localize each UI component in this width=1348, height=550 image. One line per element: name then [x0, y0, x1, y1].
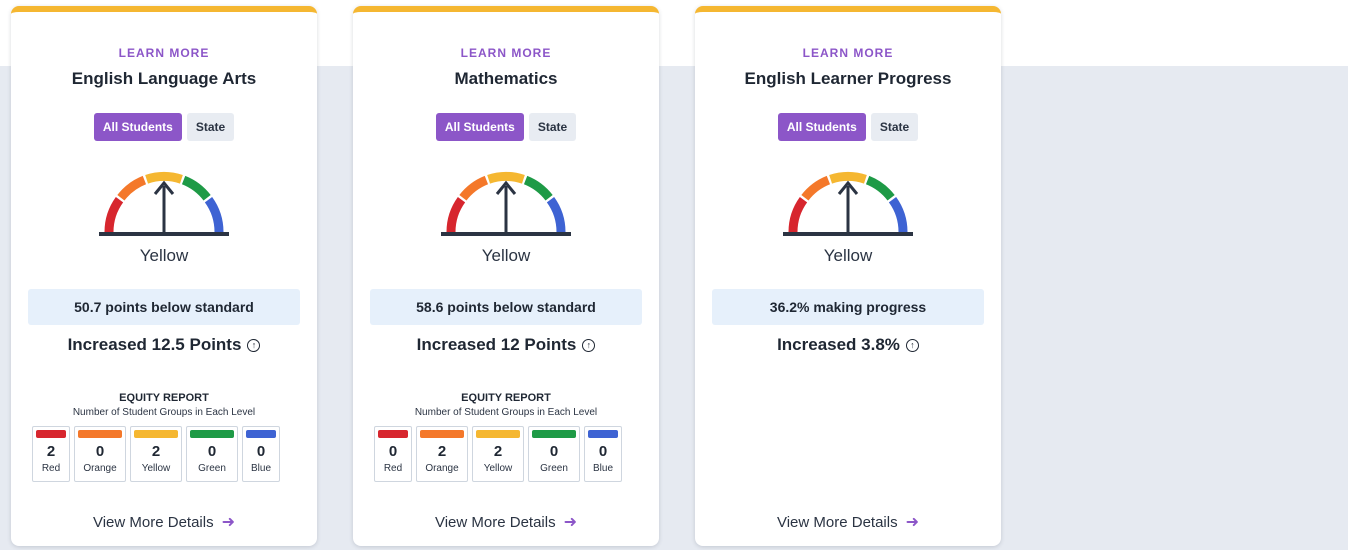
equity-level-name: Yellow — [141, 463, 171, 474]
state-button[interactable]: State — [186, 113, 235, 141]
red-bar — [36, 430, 66, 438]
equity-level-yellow: 2 Yellow — [472, 426, 524, 482]
equity-count: 0 — [549, 443, 559, 460]
view-more-details-link[interactable]: View More Details ➜ — [353, 512, 659, 532]
card-title: English Learner Progress — [744, 69, 952, 88]
equity-count: 0 — [388, 443, 398, 460]
equity-level-yellow: 2 Yellow — [130, 426, 182, 482]
change-text: Increased 12.5 Points — [67, 335, 242, 354]
equity-level-name: Green — [540, 463, 568, 474]
equity-report-title: EQUITY REPORT — [119, 392, 209, 404]
change-indicator: Increased 12 Points ↑ — [353, 335, 659, 355]
performance-gauge-icon — [783, 171, 913, 236]
equity-count: 0 — [598, 443, 608, 460]
card-title: Mathematics — [454, 69, 558, 88]
equity-report-subtitle: Number of Student Groups in Each Level — [414, 407, 598, 418]
equity-report-subtitle: Number of Student Groups in Each Level — [72, 407, 256, 418]
equity-count: 0 — [95, 443, 105, 460]
card-title: English Language Arts — [71, 69, 257, 88]
equity-level-blue: 0 Blue — [242, 426, 280, 482]
up-circle-icon: ↑ — [905, 338, 919, 352]
equity-level-name: Orange — [425, 463, 459, 474]
up-circle-icon: ↑ — [247, 338, 261, 352]
all-students-button[interactable]: All Students — [777, 113, 866, 141]
change-text: Increased 3.8% — [777, 335, 900, 354]
all-students-button[interactable]: All Students — [435, 113, 524, 141]
equity-level-green: 0 Green — [528, 426, 580, 482]
equity-level-name: Red — [383, 463, 403, 474]
equity-count: 0 — [207, 443, 217, 460]
view-more-details-label: View More Details — [434, 513, 556, 531]
equity-level-name: Blue — [592, 463, 613, 474]
equity-levels: 2 Red 0 Orange 2 Yellow 0 Green 0 Blue — [32, 426, 280, 482]
view-more-details-link[interactable]: View More Details ➜ — [11, 512, 317, 532]
performance-level: Yellow — [139, 246, 189, 265]
equity-levels: 0 Red 2 Orange 2 Yellow 0 Green 0 Blue — [374, 426, 622, 482]
change-indicator: Increased 12.5 Points ↑ — [11, 335, 317, 355]
equity-level-orange: 0 Orange — [74, 426, 126, 482]
orange-bar — [78, 430, 122, 438]
equity-level-name: Blue — [250, 463, 271, 474]
green-bar — [532, 430, 576, 438]
performance-gauge-icon — [99, 171, 229, 236]
view-more-details-label: View More Details — [776, 513, 898, 531]
all-students-button[interactable]: All Students — [93, 113, 182, 141]
learn-more-link[interactable]: LEARN MORE — [695, 46, 1001, 60]
learn-more-link[interactable]: LEARN MORE — [11, 46, 317, 60]
arrow-right-icon: ➜ — [221, 514, 235, 531]
student-toggle-group: All Students State — [695, 113, 1001, 141]
change-text: Increased 12 Points — [416, 335, 577, 354]
performance-level: Yellow — [823, 246, 873, 265]
card-english-language-arts: LEARN MORE English Language Arts All Stu… — [11, 6, 317, 546]
card-mathematics: LEARN MORE Mathematics All Students Stat… — [353, 6, 659, 546]
equity-level-name: Red — [41, 463, 61, 474]
arrow-right-icon: ➜ — [563, 514, 577, 531]
student-toggle-group: All Students State — [11, 113, 317, 141]
green-bar — [190, 430, 234, 438]
equity-level-blue: 0 Blue — [584, 426, 622, 482]
equity-count: 2 — [46, 443, 56, 460]
view-more-details-label: View More Details — [92, 513, 214, 531]
equity-count: 2 — [151, 443, 161, 460]
status-badge: 50.7 points below standard — [28, 289, 300, 325]
performance-level: Yellow — [481, 246, 531, 265]
equity-level-name: Yellow — [483, 463, 513, 474]
equity-level-name: Green — [198, 463, 226, 474]
red-bar — [378, 430, 408, 438]
equity-count: 2 — [437, 443, 447, 460]
blue-bar — [588, 430, 618, 438]
orange-bar — [420, 430, 464, 438]
equity-count: 2 — [493, 443, 503, 460]
card-english-learner-progress: LEARN MORE English Learner Progress All … — [695, 6, 1001, 546]
equity-level-name: Orange — [83, 463, 117, 474]
blue-bar — [246, 430, 276, 438]
change-indicator: Increased 3.8% ↑ — [695, 335, 1001, 355]
arrow-right-icon: ➜ — [905, 514, 919, 531]
equity-level-orange: 2 Orange — [416, 426, 468, 482]
yellow-bar — [476, 430, 520, 438]
equity-level-red: 0 Red — [374, 426, 412, 482]
student-toggle-group: All Students State — [353, 113, 659, 141]
state-button[interactable]: State — [870, 113, 919, 141]
performance-gauge-icon — [441, 171, 571, 236]
state-button[interactable]: State — [528, 113, 577, 141]
learn-more-link[interactable]: LEARN MORE — [353, 46, 659, 60]
view-more-details-link[interactable]: View More Details ➜ — [695, 512, 1001, 532]
up-circle-icon: ↑ — [582, 338, 596, 352]
equity-report-title: EQUITY REPORT — [461, 392, 551, 404]
yellow-bar — [134, 430, 178, 438]
equity-level-green: 0 Green — [186, 426, 238, 482]
status-badge: 58.6 points below standard — [370, 289, 642, 325]
equity-level-red: 2 Red — [32, 426, 70, 482]
equity-count: 0 — [256, 443, 266, 460]
status-badge: 36.2% making progress — [712, 289, 984, 325]
